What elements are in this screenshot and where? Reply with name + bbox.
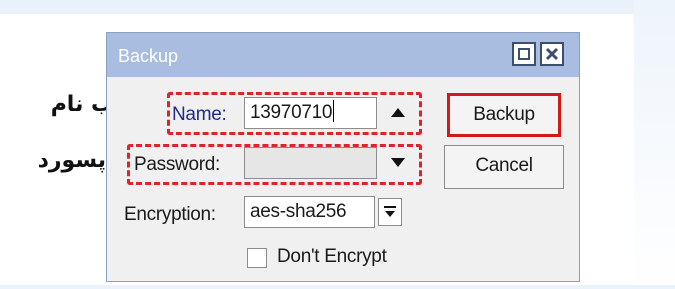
close-icon <box>545 47 559 61</box>
close-button[interactable] <box>540 42 564 66</box>
encryption-select[interactable]: aes-sha256 <box>244 196 375 228</box>
dont-encrypt-checkbox[interactable] <box>247 248 267 268</box>
backup-button[interactable]: Backup <box>447 93 561 137</box>
maximize-button[interactable] <box>512 42 536 66</box>
encryption-dropdown-button[interactable] <box>378 198 402 226</box>
dont-encrypt-label: Don't Encrypt <box>277 246 387 267</box>
page-background-band <box>0 0 675 14</box>
annotation-password-hint: پسورد <box>37 148 106 173</box>
dropdown-arrow-icon <box>384 206 396 217</box>
dialog-titlebar: Backup <box>107 33 579 77</box>
maximize-icon <box>518 48 530 60</box>
name-highlight-outline <box>167 92 422 135</box>
page-bottom-edge <box>0 285 675 289</box>
dialog-title: Backup <box>118 46 179 66</box>
cancel-button[interactable]: Cancel <box>444 145 564 189</box>
backup-dialog: Backup Name: 13970710 Password: Encrypti… <box>106 32 580 282</box>
page-background-edge <box>634 0 675 289</box>
password-highlight-outline <box>127 144 422 185</box>
encryption-label: Encryption: <box>124 204 216 225</box>
